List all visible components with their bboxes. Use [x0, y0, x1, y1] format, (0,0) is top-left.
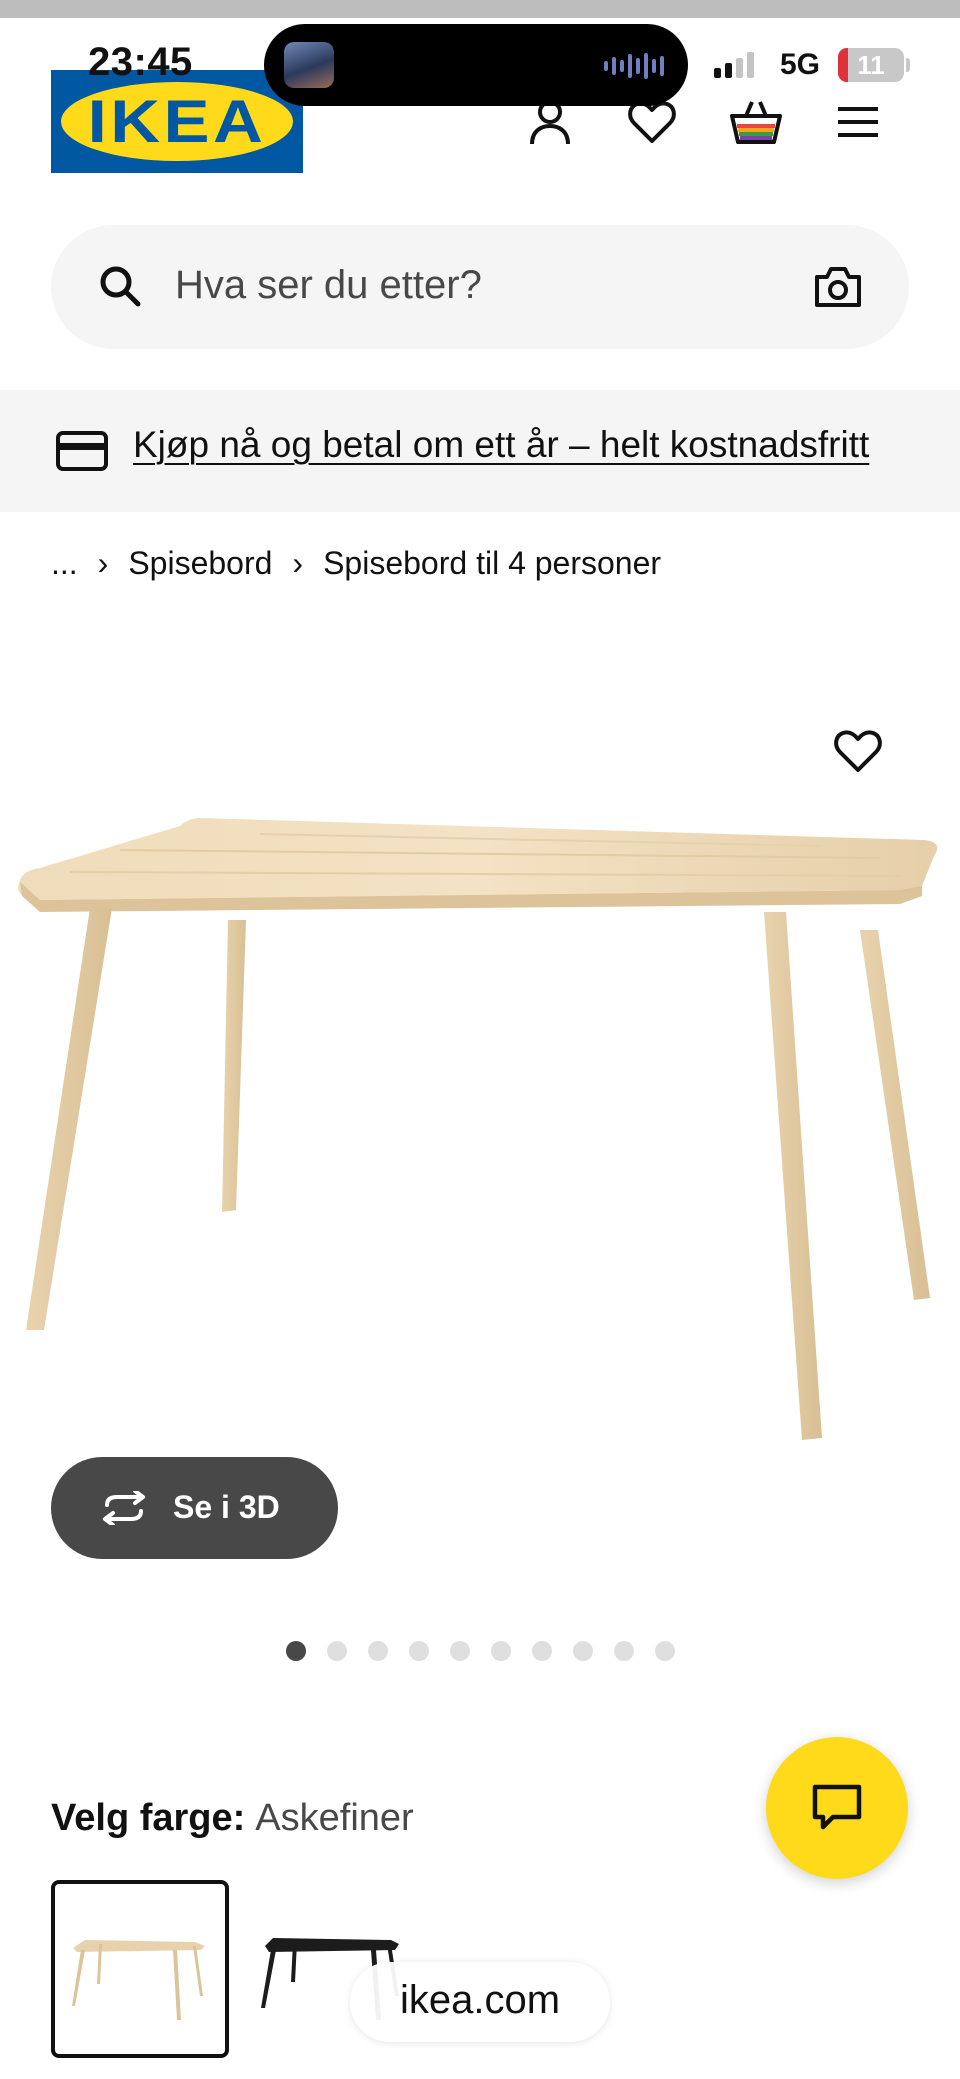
battery-level: 11 — [857, 50, 885, 80]
camera-icon[interactable] — [813, 263, 863, 311]
breadcrumb-item-spisebord[interactable]: Spisebord — [128, 545, 272, 582]
battery-tip — [906, 58, 910, 72]
search-icon — [100, 266, 141, 307]
cellular-signal-icon — [714, 50, 754, 78]
pagination-dot[interactable] — [614, 1641, 634, 1661]
view-in-3d-button[interactable]: Se i 3D — [51, 1457, 338, 1559]
add-to-favourites-icon[interactable] — [833, 728, 883, 774]
promo-banner: Kjøp nå og betal om ett år – helt kostna… — [0, 390, 960, 512]
breadcrumb-item-current[interactable]: Spisebord til 4 personer — [323, 545, 661, 582]
color-option-thumbnail — [72, 1940, 205, 2020]
pagination-dot[interactable] — [286, 1641, 306, 1661]
pagination-dot[interactable] — [327, 1641, 347, 1661]
battery-icon: 11 — [838, 48, 904, 82]
breadcrumb: ... › Spisebord › Spisebord til 4 person… — [51, 545, 661, 582]
selected-color-name: Askefiner — [255, 1797, 414, 1839]
dynamic-island[interactable] — [264, 24, 688, 106]
search-bar[interactable]: Hva ser du etter? — [51, 225, 909, 349]
product-image[interactable] — [0, 690, 960, 1490]
browser-url-bar[interactable]: ikea.com — [350, 1962, 610, 2042]
chat-icon — [812, 1784, 862, 1830]
chat-button[interactable] — [766, 1737, 908, 1879]
chevron-right-icon: › — [97, 545, 109, 581]
pagination-dot[interactable] — [655, 1641, 675, 1661]
pagination-dot[interactable] — [532, 1641, 552, 1661]
view-in-3d-label: Se i 3D — [173, 1489, 280, 1525]
menu-icon[interactable] — [832, 96, 884, 148]
breadcrumb-ellipsis[interactable]: ... — [51, 545, 78, 582]
credit-card-icon — [56, 431, 108, 471]
status-time: 23:45 — [88, 40, 193, 84]
color-label-prefix: Velg farge: — [51, 1797, 246, 1839]
color-option-askefiner[interactable] — [51, 1880, 229, 2058]
rotate-3d-icon — [103, 1491, 145, 1525]
shopping-bag-icon[interactable] — [728, 96, 784, 148]
search-input[interactable]: Hva ser du etter? — [175, 263, 482, 308]
pagination-dot[interactable] — [409, 1641, 429, 1661]
promo-link[interactable]: Kjøp nå og betal om ett år – helt kostna… — [133, 424, 869, 466]
now-playing-artwork — [284, 42, 334, 88]
color-chooser-label: Velg farge: Askefiner — [51, 1797, 414, 1840]
network-type: 5G — [780, 48, 821, 81]
pagination-dot[interactable] — [450, 1641, 470, 1661]
image-pagination — [286, 1641, 675, 1661]
audio-waveform-icon — [604, 52, 664, 80]
browser-url: ikea.com — [399, 1978, 561, 2022]
top-edge-bar — [0, 0, 960, 18]
pagination-dot[interactable] — [368, 1641, 388, 1661]
pagination-dot[interactable] — [573, 1641, 593, 1661]
pagination-dot[interactable] — [491, 1641, 511, 1661]
ikea-logo[interactable]: IKEA ® — [51, 70, 303, 173]
chevron-right-icon: › — [292, 545, 304, 581]
